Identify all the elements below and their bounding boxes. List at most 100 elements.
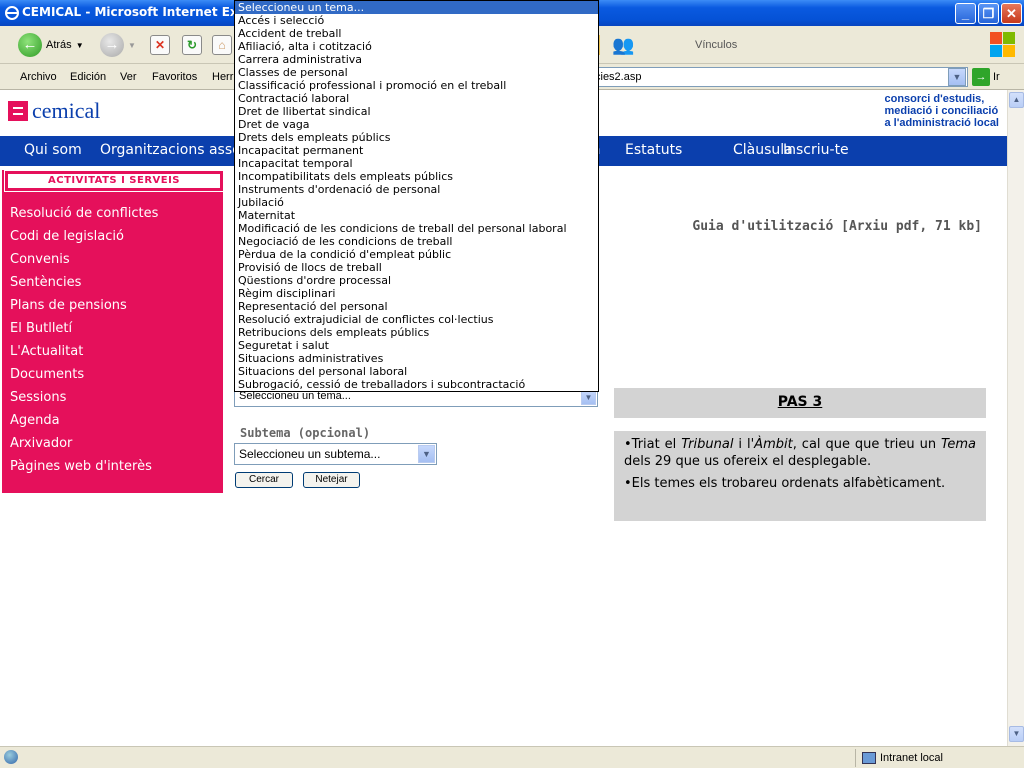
pas3-paragraph-1: •Triat el Tribunal i l'Àmbit, cal que qu… [624,437,977,469]
sidebar-item-documents[interactable]: Documents [10,367,84,382]
sidebar-item-arxivador[interactable]: Arxivador [10,436,72,451]
tema-option[interactable]: Resolució extrajudicial de conflictes co… [235,313,598,326]
tema-option[interactable]: Règim disciplinari [235,287,598,300]
sidebar-item-actualitat[interactable]: L'Actualitat [10,344,83,359]
sidebar: ACTIVITATS I SERVEIS Resolució de confli… [2,170,224,493]
chevron-down-icon[interactable]: ▼ [418,445,435,463]
pas3-paragraph-2: •Els temes els trobareu ordenats alfabèt… [624,476,946,491]
refresh-button[interactable]: ↻ [182,32,202,58]
address-input[interactable]: cies2.asp [590,67,968,87]
clear-button[interactable]: Netejar [303,472,360,488]
tema-option[interactable]: Qüestions d'ordre processal [235,274,598,287]
tema-option[interactable]: Negociació de les condicions de treball [235,235,598,248]
sidebar-item-sessions[interactable]: Sessions [10,390,66,405]
sidebar-item-sentencies[interactable]: Sentències [10,275,81,290]
nav-estatuts[interactable]: Estatuts [625,142,682,158]
security-zone: Intranet local [855,749,1005,767]
tema-option[interactable]: Incapacitat temporal [235,157,598,170]
sidebar-item-resolucio[interactable]: Resolució de conflictes [10,206,158,221]
pas3-header: PAS 3 [614,388,986,418]
messenger-button[interactable]: 👥 [612,32,634,58]
tema-option[interactable]: Modificació de les condicions de treball… [235,222,598,235]
close-button[interactable]: ✕ [1001,3,1022,24]
forward-dropdown-icon[interactable]: ▼ [128,41,136,50]
menu-favoritos[interactable]: Favoritos [152,71,197,83]
subtema-select[interactable]: Seleccioneu un subtema... ▼ [234,443,437,465]
tema-option[interactable]: Drets dels empleats públics [235,131,598,144]
back-dropdown-icon[interactable]: ▼ [76,41,84,50]
tema-option[interactable]: Carrera administrativa [235,53,598,66]
tema-option[interactable]: Retribucions dels empleats públics [235,326,598,339]
tema-option[interactable]: Situacions administratives [235,352,598,365]
pas3-instructions: •Triat el Tribunal i l'Àmbit, cal que qu… [614,431,986,521]
refresh-icon: ↻ [182,35,202,55]
pas3-title: PAS 3 [777,394,823,410]
tema-option[interactable]: Classificació professional i promoció en… [235,79,598,92]
search-button[interactable]: Cercar [235,472,293,488]
tema-option[interactable]: Maternitat [235,209,598,222]
menu-ver[interactable]: Ver [120,71,137,83]
tema-option[interactable]: Afiliació, alta i cotització [235,40,598,53]
sidebar-item-butlleti[interactable]: El Butlletí [10,321,72,336]
tema-option[interactable]: Jubilació [235,196,598,209]
tagline-line: consorci d'estudis, [884,93,985,105]
tema-dropdown-list[interactable]: Seleccioneu un tema... Accés i selecció Ac… [234,0,599,392]
sidebar-header: ACTIVITATS I SERVEIS [4,170,224,192]
back-arrow-icon: ← [18,33,42,57]
home-button[interactable]: ⌂ [212,32,232,58]
tagline-line: mediació i conciliació [884,105,999,117]
links-toolbar[interactable]: Vínculos [695,32,737,58]
home-icon: ⌂ [212,35,232,55]
tagline-line: a l'administració local [884,117,1000,129]
vertical-scrollbar[interactable]: ▲ ▼ [1007,90,1024,746]
tema-option[interactable]: Contractació laboral [235,92,598,105]
nav-qui-som[interactable]: Qui som [24,142,82,158]
tema-option[interactable]: Seguretat i salut [235,339,598,352]
cemical-logo[interactable]: cemical [8,98,100,124]
tema-option[interactable]: Seleccioneu un tema... [235,1,598,14]
address-dropdown-icon[interactable]: ▼ [948,68,966,86]
minimize-button[interactable]: _ [955,3,976,24]
scroll-down-icon[interactable]: ▼ [1009,726,1024,742]
sidebar-item-agenda[interactable]: Agenda [10,413,60,428]
window-title: CEMICAL - Microsoft Internet Explo [22,5,259,19]
tema-option[interactable]: Classes de personal [235,66,598,79]
maximize-button[interactable]: ❐ [978,3,999,24]
sidebar-item-convenis[interactable]: Convenis [10,252,70,267]
forward-button[interactable]: → ▼ [100,32,136,58]
tema-option[interactable]: Instruments d'ordenació de personal [235,183,598,196]
tema-option[interactable]: Subrogació, cessió de treballadors i sub… [235,378,598,391]
sidebar-item-codi[interactable]: Codi de legislació [10,229,124,244]
page-status-icon [4,750,18,764]
tagline: consorci d'estudis, mediació i conciliac… [885,93,1000,129]
go-button[interactable]: → Ir [972,68,1000,86]
tema-option[interactable]: Dret de vaga [235,118,598,131]
nav-inscriu-te[interactable]: Inscriu-te [783,142,849,158]
stop-icon: ✕ [150,35,170,55]
tema-option[interactable]: Representació del personal [235,300,598,313]
tema-option[interactable]: Provisió de llocs de treball [235,261,598,274]
back-button[interactable]: ← Atrás ▼ [18,32,84,58]
sidebar-item-pagines[interactable]: Pàgines web d'interès [10,459,152,474]
scroll-up-icon[interactable]: ▲ [1009,92,1024,108]
links-label: Vínculos [695,39,738,51]
tema-option[interactable]: Incompatibilitats dels empleats públics [235,170,598,183]
tema-option[interactable]: Accident de treball [235,27,598,40]
menu-edicion[interactable]: Edición [70,71,106,83]
tema-option[interactable]: Dret de llibertat sindical [235,105,598,118]
nav-organitzacions[interactable]: Organitzacions asso [100,142,241,158]
messenger-icon: 👥 [612,34,635,55]
sidebar-item-plans[interactable]: Plans de pensions [10,298,127,313]
chevron-down-icon[interactable]: ▼ [581,390,596,405]
tema-option[interactable]: Incapacitat permanent [235,144,598,157]
tema-option[interactable]: Pèrdua de la condició d'empleat públic [235,248,598,261]
back-label: Atrás [46,39,72,51]
cemical-logo-mark-icon [8,101,28,121]
tema-option[interactable]: Accés i selecció [235,14,598,27]
go-arrow-icon: → [972,68,990,86]
guide-link[interactable]: Guia d'utilització [Arxiu pdf, 71 kb] [692,219,982,234]
tema-option[interactable]: Situacions del personal laboral [235,365,598,378]
menu-herramientas[interactable]: Herr [212,71,233,83]
menu-archivo[interactable]: Archivo [20,71,57,83]
stop-button[interactable]: ✕ [150,32,170,58]
